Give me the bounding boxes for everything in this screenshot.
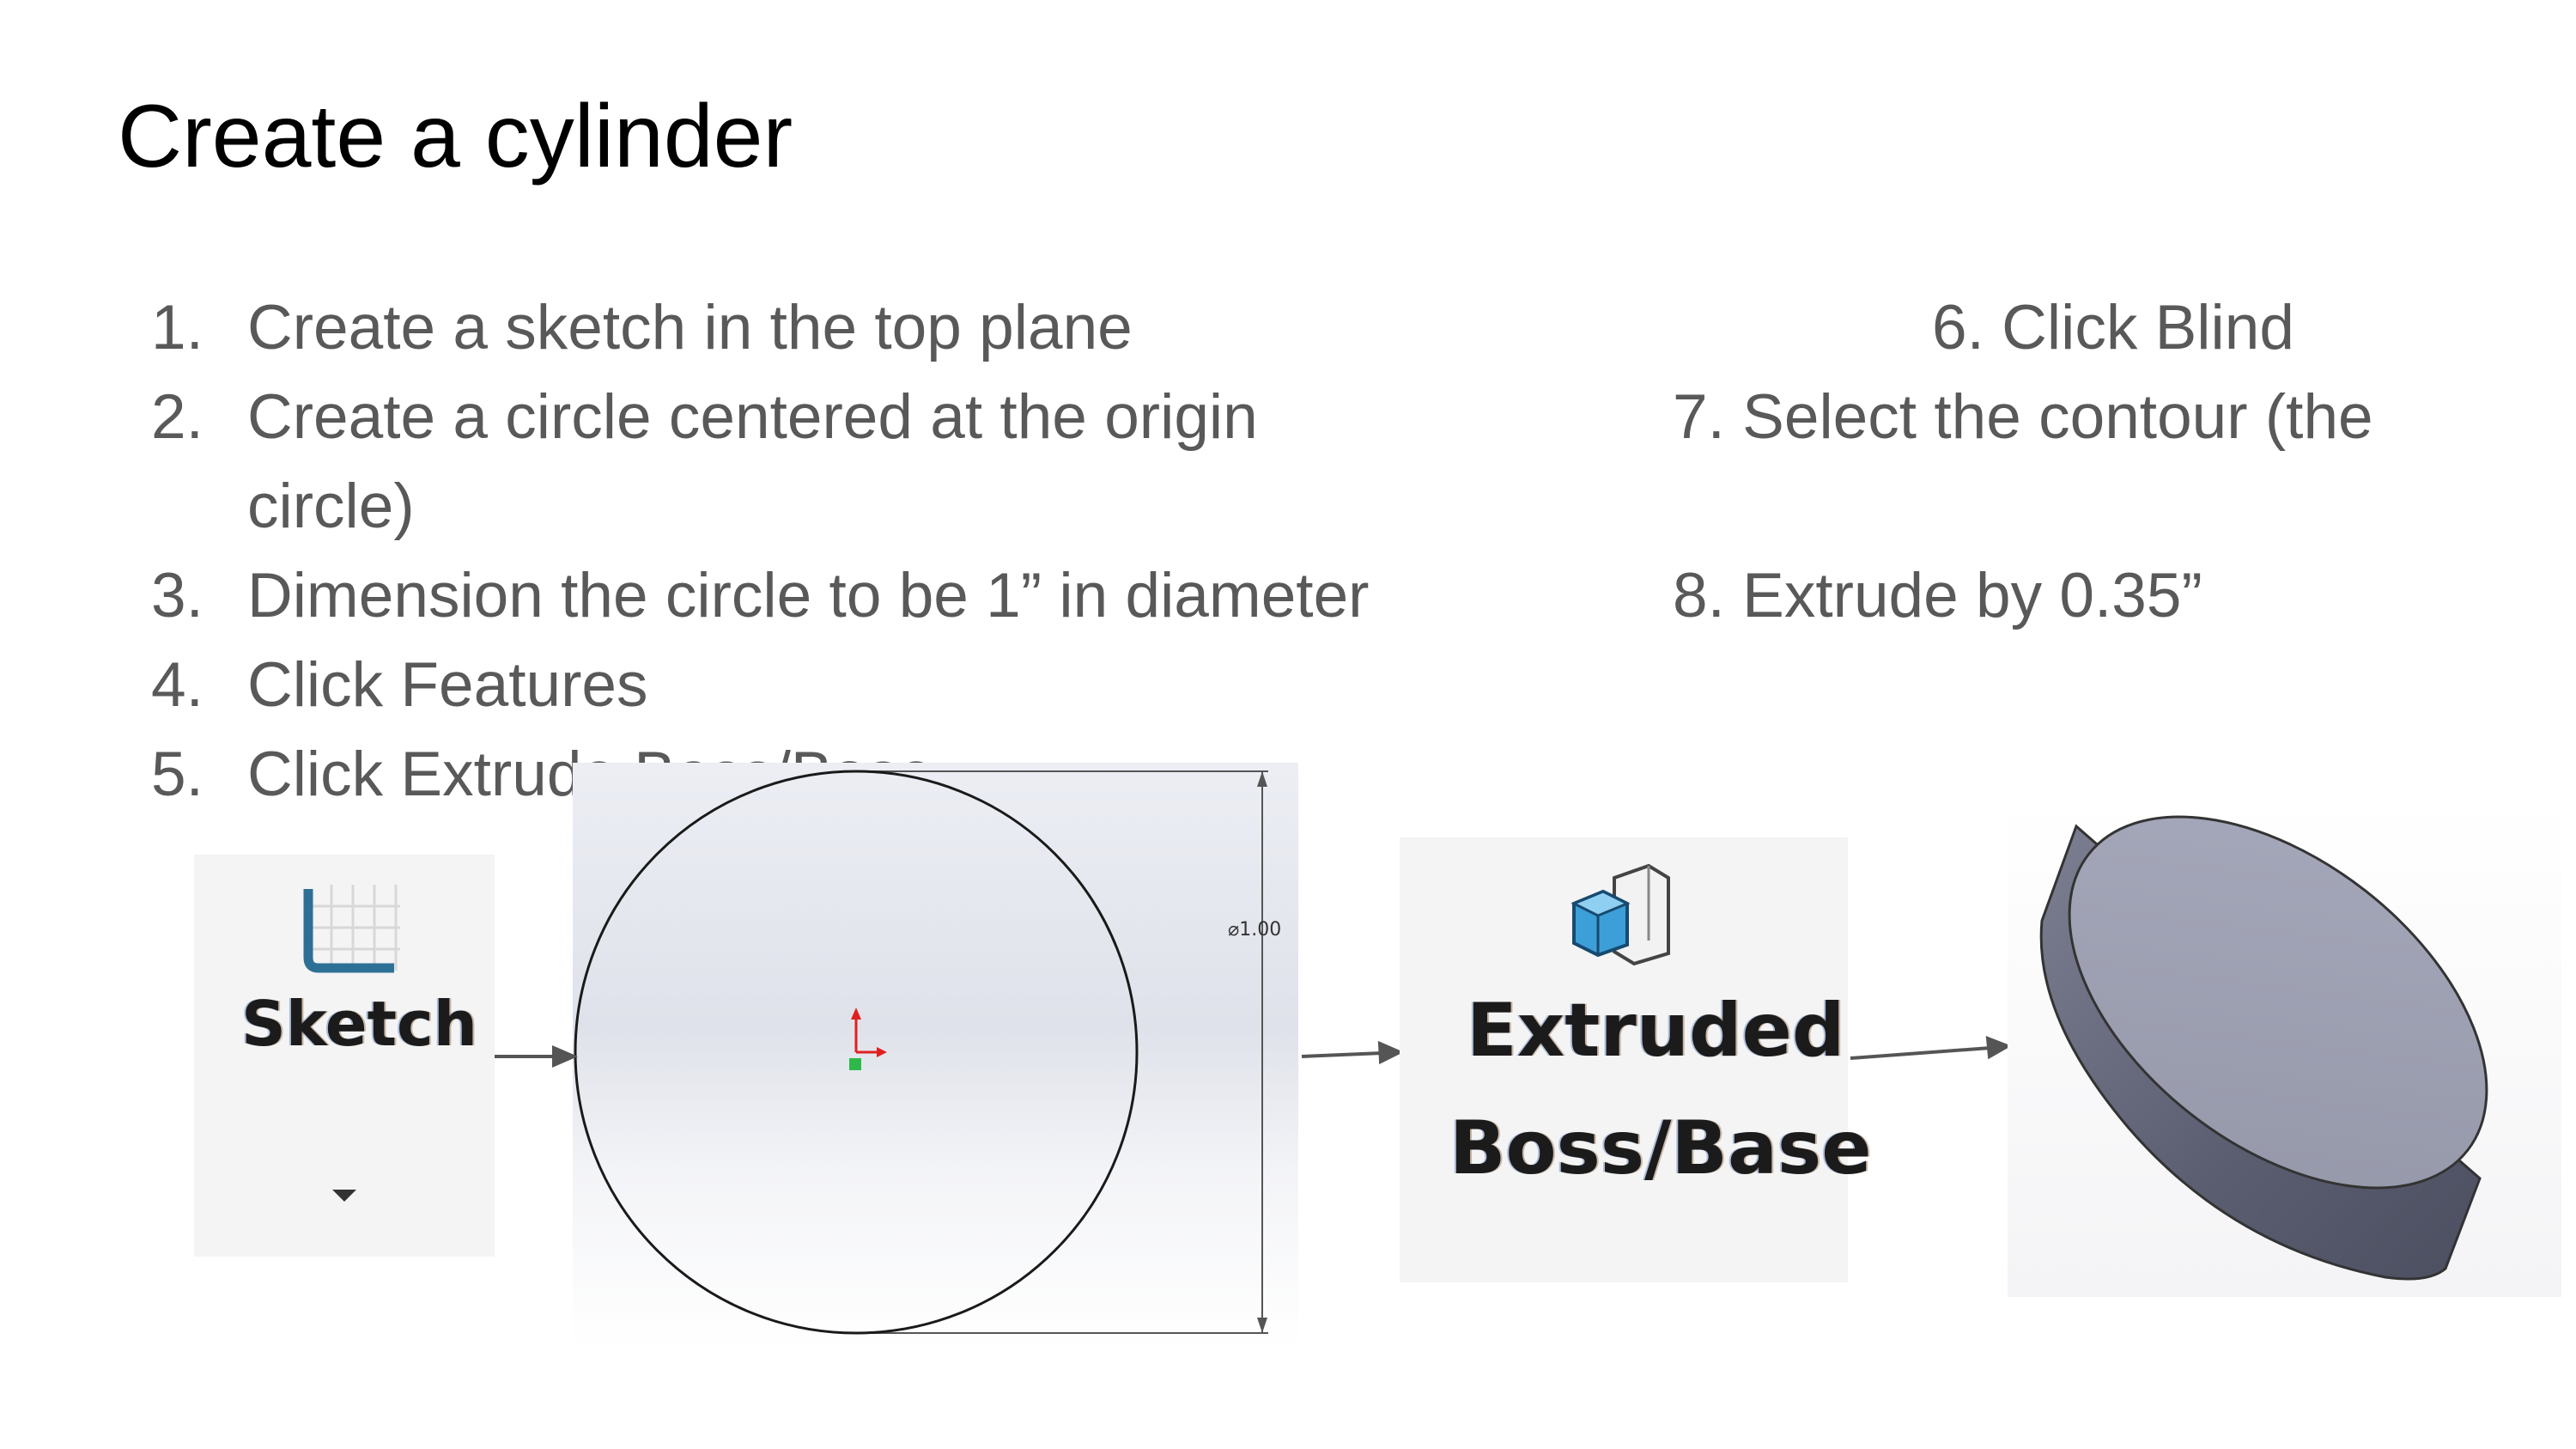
step-number: 4. xyxy=(151,650,204,720)
step-text: circle) xyxy=(247,472,415,541)
sketch-icon xyxy=(303,885,400,973)
step-text: Dimension the circle to be 1” in diamete… xyxy=(247,561,1370,630)
step-number: 3. xyxy=(151,561,204,630)
sketch-label: Sketch xyxy=(241,988,477,1060)
cylinder-model xyxy=(2039,815,2488,1281)
step-number: 1. xyxy=(151,293,204,362)
step-6: 6. Click Blind xyxy=(1932,293,2294,362)
step-text: Create a sketch in the top plane xyxy=(247,293,1133,362)
step-number: 5. xyxy=(151,740,204,809)
sketch-tool-panel: Sketch xyxy=(194,855,495,1257)
slide-title: Create a cylinder xyxy=(118,87,793,186)
step-text: Create a circle centered at the origin xyxy=(247,382,1258,452)
extrude-tool-panel: Extruded Boss/Base xyxy=(1400,837,1872,1282)
cylinder-result xyxy=(2008,801,2561,1297)
extrude-label-line1: Extruded xyxy=(1467,988,1845,1074)
sketch-canvas: ⌀1.00 xyxy=(573,763,1298,1348)
step-number: 2. xyxy=(151,382,204,452)
circle-sketch xyxy=(574,770,1268,1335)
step-text: Click Features xyxy=(247,650,648,720)
extruded-boss-icon xyxy=(1571,863,1670,966)
extrude-label-line2: Boss/Base xyxy=(1449,1105,1872,1191)
step-8: 8. Extrude by 0.35” xyxy=(1673,561,2202,630)
steps-list-left: 1. Create a sketch in the top plane 2. C… xyxy=(151,283,1525,833)
chevron-down-icon xyxy=(332,1190,356,1202)
diameter-dimension: ⌀1.00 xyxy=(1228,919,1282,941)
step-7: 7. Select the contour (the xyxy=(1673,382,2373,452)
